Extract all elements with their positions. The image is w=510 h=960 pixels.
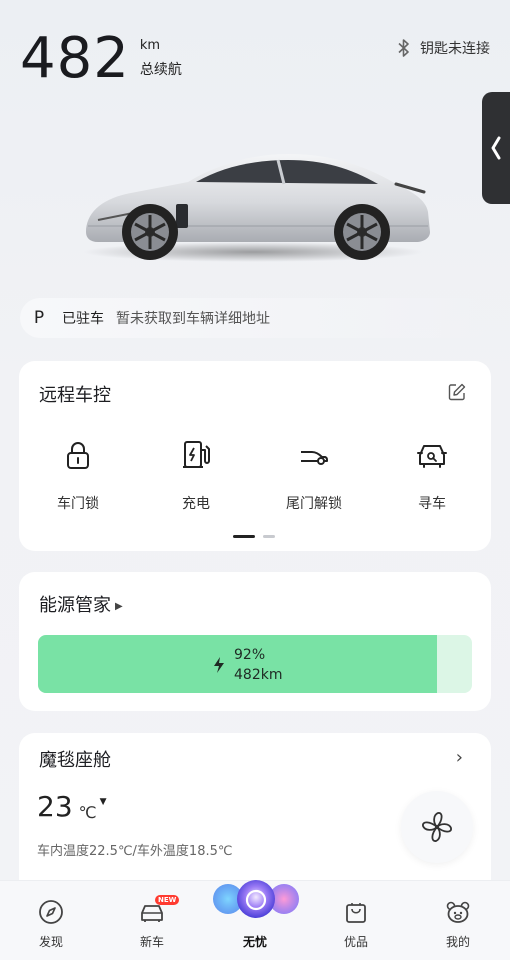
range-display: 482 km 总续航 (20, 26, 182, 92)
temperature-value: 23 (37, 790, 73, 823)
caret-down-icon: ▼ (99, 797, 107, 807)
chevron-right-icon[interactable]: › (456, 747, 463, 768)
control-label: 尾门解锁 (286, 496, 342, 512)
new-badge: NEW (155, 895, 180, 905)
trunk-icon (301, 451, 328, 465)
find-car-icon (417, 445, 447, 468)
trunk-unlock-button[interactable]: 尾门解锁 (255, 439, 373, 513)
remote-control-card: 远程车控 车门锁 充电 尾门解锁 寻车 (19, 361, 491, 551)
energy-title: 能源管家 (39, 595, 111, 616)
tab-label: 我的 (445, 935, 470, 949)
temperature-unit: ℃ (78, 803, 97, 822)
parking-status-bar[interactable]: P 已驻车 暂未获取到车辆详细地址 (20, 298, 490, 338)
fan-button[interactable] (401, 791, 473, 863)
remote-control-title: 远程车控 (39, 385, 111, 406)
bottom-tab-bar: 发现 NEW 新车 无忧 优品 我的 (0, 880, 510, 960)
control-label: 充电 (182, 496, 210, 512)
page-dot-active (233, 535, 255, 538)
control-label: 车门锁 (57, 496, 99, 512)
compass-icon (39, 900, 63, 924)
temperature-selector[interactable]: 23 ℃ ▼ (37, 789, 107, 825)
tab-new-car[interactable]: NEW 新车 (122, 895, 182, 950)
bluetooth-icon (398, 39, 409, 57)
key-status-button[interactable]: 钥匙未连接 (396, 38, 490, 58)
charger-icon (183, 441, 210, 468)
key-status-label: 钥匙未连接 (420, 41, 490, 57)
energy-title-link[interactable]: 能源管家 ▶ (39, 591, 123, 617)
tab-discover[interactable]: 发现 (21, 899, 81, 950)
orb-icon[interactable] (210, 879, 302, 919)
page-dot (263, 535, 275, 538)
bear-face-icon (446, 901, 470, 923)
battery-bar[interactable]: 92% 482km (38, 635, 472, 693)
parking-address: 暂未获取到车辆详细地址 (116, 311, 270, 327)
shopping-bag-icon (346, 903, 366, 923)
tab-label: 发现 (38, 935, 63, 949)
car-image (83, 154, 430, 262)
chevron-left-icon (491, 136, 501, 160)
tab-profile[interactable]: 我的 (428, 899, 488, 950)
cabin-title: 魔毯座舱 (39, 750, 111, 771)
tab-label: 新车 (139, 935, 164, 949)
charge-button[interactable]: 充电 (137, 439, 255, 513)
range-unit: km (139, 38, 161, 53)
tab-shop[interactable]: 优品 (326, 899, 386, 950)
caret-right-icon: ▶ (115, 601, 123, 612)
remote-controls: 车门锁 充电 尾门解锁 寻车 (19, 439, 491, 513)
page-indicator (233, 535, 275, 538)
temperature-detail: 车内温度22.5℃/车外温度18.5℃ (37, 844, 233, 859)
control-label: 寻车 (418, 496, 446, 512)
parking-state: 已驻车 (62, 311, 104, 327)
range-label: 总续航 (139, 62, 182, 78)
charging-bolt-icon (214, 657, 224, 673)
range-value: 482 (20, 26, 130, 91)
gear-indicator: P (33, 308, 45, 328)
find-car-button[interactable]: 寻车 (373, 439, 491, 513)
tab-worry-free[interactable]: 无忧 (225, 933, 285, 950)
tab-label: 优品 (343, 935, 368, 949)
fan-icon (422, 812, 452, 842)
door-lock-button[interactable]: 车门锁 (19, 439, 137, 513)
energy-card: 能源管家 ▶ 92% 482km (19, 572, 491, 711)
battery-range: 482km (234, 667, 283, 683)
battery-percent: 92% (234, 647, 266, 663)
tab-label: 无忧 (242, 935, 267, 949)
edit-icon[interactable] (447, 382, 467, 402)
side-drawer-handle[interactable] (482, 92, 510, 204)
lock-icon (67, 442, 89, 469)
